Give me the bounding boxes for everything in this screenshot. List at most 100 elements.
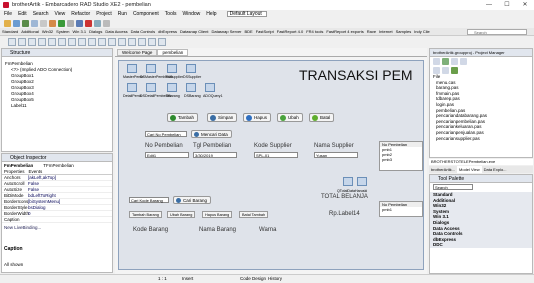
palette-tab[interactable]: Data Access [105,29,127,34]
file-item[interactable]: pencariansupplier.pas [430,136,532,142]
menu-help[interactable]: Help [206,11,216,17]
ado-table-icon[interactable] [127,64,137,73]
ado-table-icon[interactable] [167,83,177,92]
menu-edit[interactable]: Edit [18,11,27,17]
component-icon[interactable] [38,37,46,46]
datasource-icon[interactable] [146,64,156,73]
view-icon[interactable] [460,58,467,65]
component-icon[interactable] [8,37,16,46]
component-icon[interactable] [28,37,36,46]
form-canvas[interactable]: MasterPemb DSMasterPembelian TblSupplier… [118,60,424,270]
maximize-button[interactable]: ☐ [498,0,516,10]
activate-icon[interactable] [433,58,440,65]
palette-tab[interactable]: Standard [2,29,18,34]
tab-welcome-page[interactable]: Welcome Page [117,49,158,56]
ado-query-icon[interactable] [343,177,353,186]
palette-tab[interactable]: FastReport 4 exports [326,29,363,34]
search-pembelian-input[interactable]: Cari No Pembelian [145,131,187,137]
component-icon[interactable] [138,37,146,46]
tambah-barang-button[interactable]: Tambah Barang [129,211,162,218]
menu-view[interactable]: View [55,11,66,17]
palette-category[interactable]: DDC [430,242,532,248]
component-icon[interactable] [158,37,166,46]
menu-search[interactable]: Search [33,11,49,17]
mencari-data-button[interactable]: Mencari Data [191,130,232,138]
component-icon[interactable] [128,37,136,46]
tab-events[interactable]: Events [29,169,43,174]
property-value[interactable]: False [28,187,39,192]
tree-node[interactable]: Label11 [5,103,112,109]
component-icon[interactable] [108,37,116,46]
tgl-pembelian-field[interactable]: 3/30/2019 [193,152,237,158]
pembelian-grid[interactable]: No Pembelian pmb1 pmb2 pmb3 [379,141,423,171]
sync-icon[interactable] [442,58,449,65]
datasource-icon[interactable] [186,83,196,92]
hapus-button[interactable]: Hapus [243,113,272,122]
ado-table-icon[interactable] [127,83,137,92]
layout-dropdown[interactable]: Default Layout [226,11,267,17]
component-icon[interactable] [78,37,86,46]
batal-button[interactable]: Batal [309,113,335,122]
datasource-icon[interactable] [357,177,367,186]
kode-supplier-select[interactable]: SPL-01 [254,152,298,158]
palette-tab[interactable]: BDE [245,29,253,34]
palette-tab[interactable]: Rave [367,29,376,34]
menu-project[interactable]: Project [96,11,112,17]
save-all-icon[interactable] [31,19,38,27]
palette-tab[interactable]: Additional [21,29,39,34]
cari-barang-button[interactable]: Cari Barang [173,196,212,204]
add-file-icon[interactable] [451,66,458,74]
tab-project[interactable]: brotherArtik... [429,166,457,173]
save-icon[interactable] [22,19,29,27]
palette-search-input[interactable]: Search [467,29,527,35]
menu-window[interactable]: Window [182,11,200,17]
tambah-button[interactable]: Tambah [167,113,199,122]
palette-tab[interactable]: Internet [379,29,393,34]
step-icon[interactable] [76,19,83,27]
palette-tab[interactable]: Indy Clie [414,29,430,34]
menu-file[interactable]: File [4,11,12,17]
component-icon[interactable] [18,37,26,46]
open-project-icon[interactable] [40,19,47,27]
new-icon[interactable] [4,19,11,27]
palette-tab[interactable]: Datasnap Client [180,29,208,34]
palette-tab[interactable]: FastReport 4.0 [277,29,303,34]
new-livebinding-link[interactable]: New LiveBinding... [2,223,112,232]
expand-icon[interactable] [451,58,458,65]
tab-model-view[interactable]: Model View [457,166,482,173]
ado-query-icon[interactable] [205,83,215,92]
property-value[interactable]: [akLeft,akTop] [28,175,56,180]
no-pembelian-field[interactable]: Edit1 [145,152,189,158]
property-value[interactable]: False [28,181,39,186]
add-icon[interactable] [94,19,101,27]
property-value[interactable]: bsDialog [28,205,46,210]
property-value[interactable]: [biSystemMenu] [28,199,60,204]
tool-palette-search-input[interactable]: Search [433,184,473,190]
grid-row[interactable]: pmb1 [380,207,422,212]
palette-tab[interactable]: Win32 [42,29,53,34]
palette-tab[interactable]: Win 3.1 [73,29,87,34]
menu-run[interactable]: Run [118,11,127,17]
component-icon[interactable] [148,37,156,46]
batal-tambah-button[interactable]: Batal Tambah [239,211,269,218]
run-icon[interactable] [58,19,65,27]
ubah-button[interactable]: Ubah [277,113,303,122]
component-icon[interactable] [88,37,96,46]
hapus-barang-button[interactable]: Hapus Barang [202,211,233,218]
grid-row[interactable]: pmb3 [380,157,422,162]
ado-table-icon[interactable] [167,64,177,73]
stop-icon[interactable] [85,19,92,27]
component-icon[interactable] [68,37,76,46]
datasource-icon[interactable] [146,83,156,92]
palette-tab[interactable]: System [56,29,69,34]
palette-tab[interactable]: Dialogs [89,29,102,34]
palette-tab[interactable]: FastScript [256,29,274,34]
menu-refactor[interactable]: Refactor [71,11,90,17]
build-icon[interactable] [442,66,449,74]
tab-data-explorer[interactable]: Data Explo... [482,166,509,173]
palette-tab[interactable]: FR4 tools [306,29,323,34]
pause-icon[interactable] [67,19,74,27]
component-icon[interactable] [118,37,126,46]
palette-tab[interactable]: Samples [396,29,412,34]
detail-grid[interactable]: No Pembelian pmb1 [379,201,423,217]
